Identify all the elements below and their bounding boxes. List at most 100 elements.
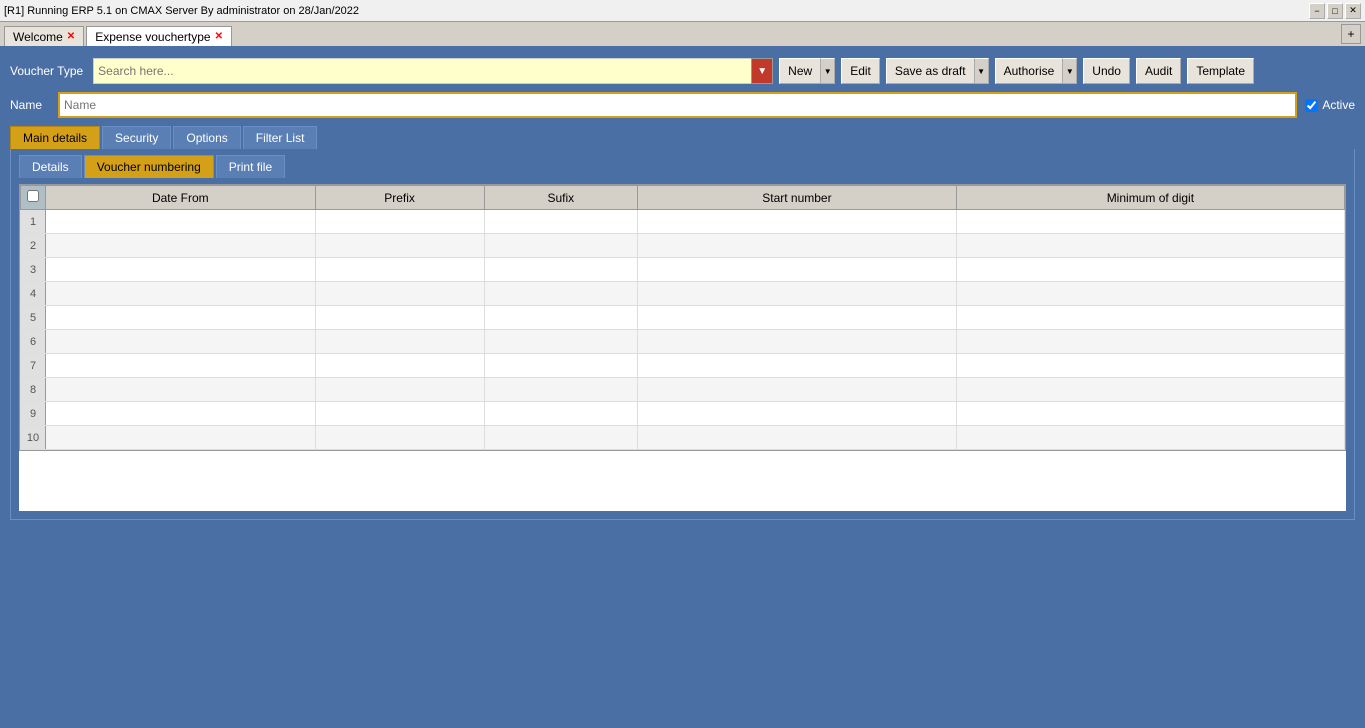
tab-expense-vouchertype-close[interactable]: ✕ (215, 31, 223, 42)
row-number: 4 (21, 282, 46, 306)
cell-prefix[interactable] (315, 354, 484, 378)
active-checkbox[interactable] (1305, 99, 1318, 112)
table-row: 7 (21, 354, 1345, 378)
template-button[interactable]: Template (1187, 58, 1254, 84)
cell-minimum-of-digit[interactable] (956, 234, 1344, 258)
sub-tab-voucher-numbering[interactable]: Voucher numbering (84, 155, 214, 178)
cell-start-number[interactable] (638, 306, 957, 330)
cell-prefix[interactable] (315, 330, 484, 354)
tab-bar: Welcome ✕ Expense vouchertype ✕ + (0, 22, 1365, 48)
save-as-draft-button[interactable]: Save as draft (886, 58, 975, 84)
cell-prefix[interactable] (315, 378, 484, 402)
cell-minimum-of-digit[interactable] (956, 426, 1344, 450)
name-input[interactable] (58, 92, 1297, 118)
cell-date-from[interactable] (46, 426, 316, 450)
cell-date-from[interactable] (46, 306, 316, 330)
col-sufix: Sufix (484, 186, 638, 210)
search-dropdown-button[interactable]: ▼ (751, 58, 773, 84)
new-button[interactable]: New (779, 58, 821, 84)
cell-date-from[interactable] (46, 210, 316, 234)
cell-date-from[interactable] (46, 354, 316, 378)
main-content: Voucher Type ▼ New ▼ Edit Save as draft … (0, 48, 1365, 728)
cell-sufix[interactable] (484, 306, 638, 330)
cell-prefix[interactable] (315, 402, 484, 426)
audit-button[interactable]: Audit (1136, 58, 1181, 84)
sub-tab-print-file[interactable]: Print file (216, 155, 285, 178)
maximize-button[interactable]: □ (1327, 3, 1343, 19)
voucher-type-search-input[interactable] (93, 58, 773, 84)
cell-date-from[interactable] (46, 402, 316, 426)
cell-date-from[interactable] (46, 330, 316, 354)
select-all-checkbox[interactable] (27, 190, 39, 202)
tab-filter-list[interactable]: Filter List (243, 126, 318, 149)
row-number: 9 (21, 402, 46, 426)
cell-minimum-of-digit[interactable] (956, 402, 1344, 426)
tab-expense-vouchertype-label: Expense vouchertype (95, 30, 210, 44)
cell-date-from[interactable] (46, 258, 316, 282)
cell-sufix[interactable] (484, 282, 638, 306)
cell-sufix[interactable] (484, 330, 638, 354)
content-panel: Details Voucher numbering Print file D (10, 149, 1355, 520)
tab-welcome[interactable]: Welcome ✕ (4, 26, 84, 46)
cell-prefix[interactable] (315, 258, 484, 282)
cell-start-number[interactable] (638, 330, 957, 354)
cell-sufix[interactable] (484, 210, 638, 234)
authorise-btn-group: Authorise ▼ (995, 58, 1078, 84)
authorise-dropdown-arrow[interactable]: ▼ (1063, 58, 1077, 84)
table-row: 9 (21, 402, 1345, 426)
tab-options-label: Options (186, 131, 227, 145)
authorise-button[interactable]: Authorise (995, 58, 1064, 84)
cell-minimum-of-digit[interactable] (956, 306, 1344, 330)
cell-sufix[interactable] (484, 258, 638, 282)
cell-prefix[interactable] (315, 282, 484, 306)
cell-start-number[interactable] (638, 282, 957, 306)
row-number: 2 (21, 234, 46, 258)
cell-date-from[interactable] (46, 282, 316, 306)
cell-date-from[interactable] (46, 234, 316, 258)
close-button[interactable]: ✕ (1345, 3, 1361, 19)
tab-options[interactable]: Options (173, 126, 240, 149)
cell-start-number[interactable] (638, 210, 957, 234)
new-btn-group: New ▼ (779, 58, 835, 84)
cell-prefix[interactable] (315, 210, 484, 234)
cell-sufix[interactable] (484, 354, 638, 378)
cell-start-number[interactable] (638, 258, 957, 282)
cell-minimum-of-digit[interactable] (956, 378, 1344, 402)
cell-start-number[interactable] (638, 234, 957, 258)
save-draft-dropdown-arrow[interactable]: ▼ (975, 58, 989, 84)
window-controls: − □ ✕ (1309, 3, 1361, 19)
dropdown-arrow-icon: ▼ (757, 66, 767, 77)
undo-button[interactable]: Undo (1083, 58, 1130, 84)
cell-sufix[interactable] (484, 402, 638, 426)
cell-sufix[interactable] (484, 426, 638, 450)
table-row: 8 (21, 378, 1345, 402)
cell-start-number[interactable] (638, 378, 957, 402)
cell-minimum-of-digit[interactable] (956, 330, 1344, 354)
table-row: 6 (21, 330, 1345, 354)
tab-security[interactable]: Security (102, 126, 171, 149)
cell-sufix[interactable] (484, 378, 638, 402)
cell-prefix[interactable] (315, 306, 484, 330)
add-tab-icon: + (1347, 27, 1354, 41)
tab-welcome-close[interactable]: ✕ (67, 31, 75, 42)
tab-main-details[interactable]: Main details (10, 126, 100, 149)
minimize-button[interactable]: − (1309, 3, 1325, 19)
cell-sufix[interactable] (484, 234, 638, 258)
cell-start-number[interactable] (638, 402, 957, 426)
cell-minimum-of-digit[interactable] (956, 282, 1344, 306)
add-tab-button[interactable]: + (1341, 24, 1361, 44)
new-dropdown-arrow[interactable]: ▼ (821, 58, 835, 84)
cell-minimum-of-digit[interactable] (956, 258, 1344, 282)
tab-expense-vouchertype[interactable]: Expense vouchertype ✕ (86, 26, 232, 46)
row-number: 6 (21, 330, 46, 354)
cell-prefix[interactable] (315, 426, 484, 450)
cell-start-number[interactable] (638, 354, 957, 378)
cell-prefix[interactable] (315, 234, 484, 258)
sub-tab-details[interactable]: Details (19, 155, 82, 178)
cell-start-number[interactable] (638, 426, 957, 450)
tab-filter-list-label: Filter List (256, 131, 305, 145)
cell-minimum-of-digit[interactable] (956, 210, 1344, 234)
edit-button[interactable]: Edit (841, 58, 880, 84)
cell-date-from[interactable] (46, 378, 316, 402)
cell-minimum-of-digit[interactable] (956, 354, 1344, 378)
